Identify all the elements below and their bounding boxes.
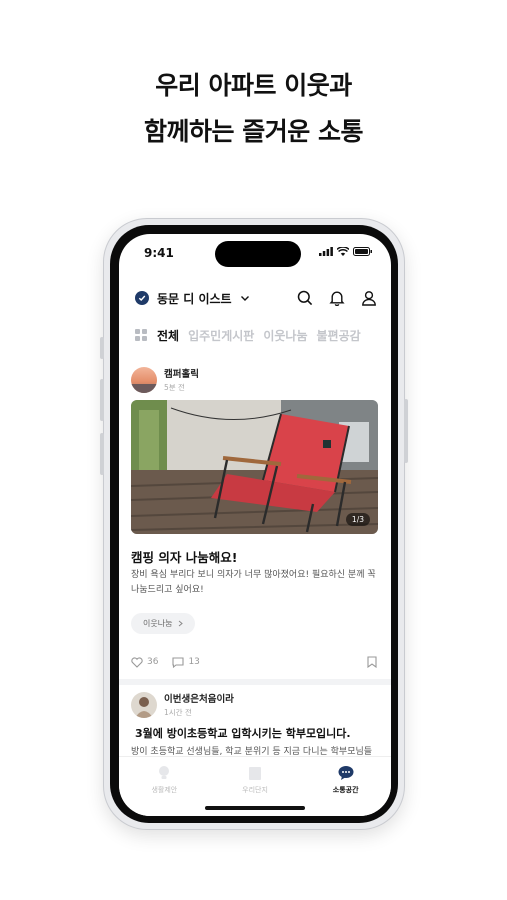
- bell-icon[interactable]: [329, 290, 345, 306]
- lightbulb-icon: [159, 766, 170, 779]
- nav-label: 생활제안: [151, 786, 178, 794]
- category-chip-label: 이웃나눔: [143, 619, 173, 628]
- tab-neighbor-sharing[interactable]: 이웃나눔: [263, 327, 307, 344]
- category-tabs: 전체 입주민게시판 이웃나눔 불편공감: [135, 324, 391, 346]
- post-time: 1시간 전: [164, 708, 192, 717]
- nav-label: 소통공간: [332, 786, 359, 794]
- phone-volume-up-button: [100, 379, 104, 421]
- nav-label: 우리단지: [242, 786, 268, 794]
- phone-power-button: [404, 399, 408, 463]
- headline-line-1: 우리 아파트 이웃과: [155, 71, 352, 100]
- post-title[interactable]: 캠핑 의자 나눔해요!: [131, 547, 237, 566]
- bookmark-icon[interactable]: [367, 656, 377, 668]
- wifi-icon: [337, 247, 349, 256]
- phone-volume-down-button: [100, 433, 104, 475]
- chevron-down-icon[interactable]: [240, 294, 250, 302]
- nav-item-suggestions[interactable]: 생활제안: [119, 765, 210, 816]
- signal-icon: [319, 247, 333, 256]
- chat-bubble-icon: [338, 766, 354, 780]
- battery-icon: [353, 247, 372, 256]
- home-indicator: [205, 806, 305, 810]
- post-divider: [119, 679, 391, 685]
- post-card[interactable]: 이번생은처음이라 1시간 전: [131, 691, 379, 718]
- profile-icon[interactable]: [361, 290, 377, 306]
- tab-all[interactable]: 전체: [157, 327, 179, 344]
- heart-icon: [131, 656, 143, 668]
- photo-counter: 1/3: [345, 513, 370, 526]
- tab-resident-board[interactable]: 입주민게시판: [188, 327, 254, 344]
- status-time: 9:41: [144, 246, 174, 260]
- status-icons: [319, 247, 373, 256]
- apartment-name[interactable]: 동문 디 이스트: [157, 290, 232, 307]
- author-name: 캠퍼홀릭: [164, 369, 199, 380]
- post-time: 5분 전: [164, 383, 185, 392]
- post-actions: 36 13: [131, 655, 377, 669]
- post-author: 캠퍼홀릭 5분 전: [131, 366, 379, 393]
- phone-side-button: [100, 337, 104, 359]
- building-icon: [249, 767, 261, 780]
- category-chip[interactable]: 이웃나눔: [131, 613, 196, 634]
- headline-line-2: 함께하는 즐거운 소통: [144, 117, 363, 146]
- author-name: 이번생은처음이라: [164, 694, 234, 705]
- top-bar: 동문 디 이스트: [135, 286, 377, 310]
- post-author: 이번생은처음이라 1시간 전: [131, 691, 379, 718]
- nav-item-community[interactable]: 소통공간: [300, 765, 391, 816]
- avatar: [131, 366, 157, 393]
- avatar: [131, 691, 157, 718]
- comment-count: 13: [188, 657, 200, 667]
- chevron-right-icon: [179, 620, 184, 627]
- grid-menu-icon[interactable]: [135, 329, 147, 341]
- phone-mockup: 9:41 동문 디 이스트 전체 입주민게시판 이웃나눔 불편공감 캠퍼홀릭 5…: [100, 218, 408, 830]
- tab-complaints[interactable]: 불편공감: [317, 327, 361, 344]
- like-count: 36: [147, 657, 159, 667]
- search-icon[interactable]: [297, 290, 313, 306]
- post-photo[interactable]: 1/3: [131, 400, 378, 534]
- like-button[interactable]: 36: [131, 656, 159, 668]
- post-title[interactable]: 3월에 방이초등학교 입학시키는 학부모입니다.: [135, 725, 351, 741]
- app-screen: 9:41 동문 디 이스트 전체 입주민게시판 이웃나눔 불편공감 캠퍼홀릭 5…: [119, 234, 391, 816]
- post-body[interactable]: 장비 욕심 부리다 보니 의자가 너무 많아졌어요! 필요하신 분께 꼭 나눔드…: [131, 568, 381, 598]
- comment-icon: [172, 656, 185, 668]
- top-actions: [297, 290, 377, 306]
- check-badge-icon: [135, 291, 149, 305]
- comment-button[interactable]: 13: [172, 656, 200, 668]
- dynamic-island: [215, 241, 301, 267]
- post-card[interactable]: 캠퍼홀릭 5분 전: [131, 366, 379, 393]
